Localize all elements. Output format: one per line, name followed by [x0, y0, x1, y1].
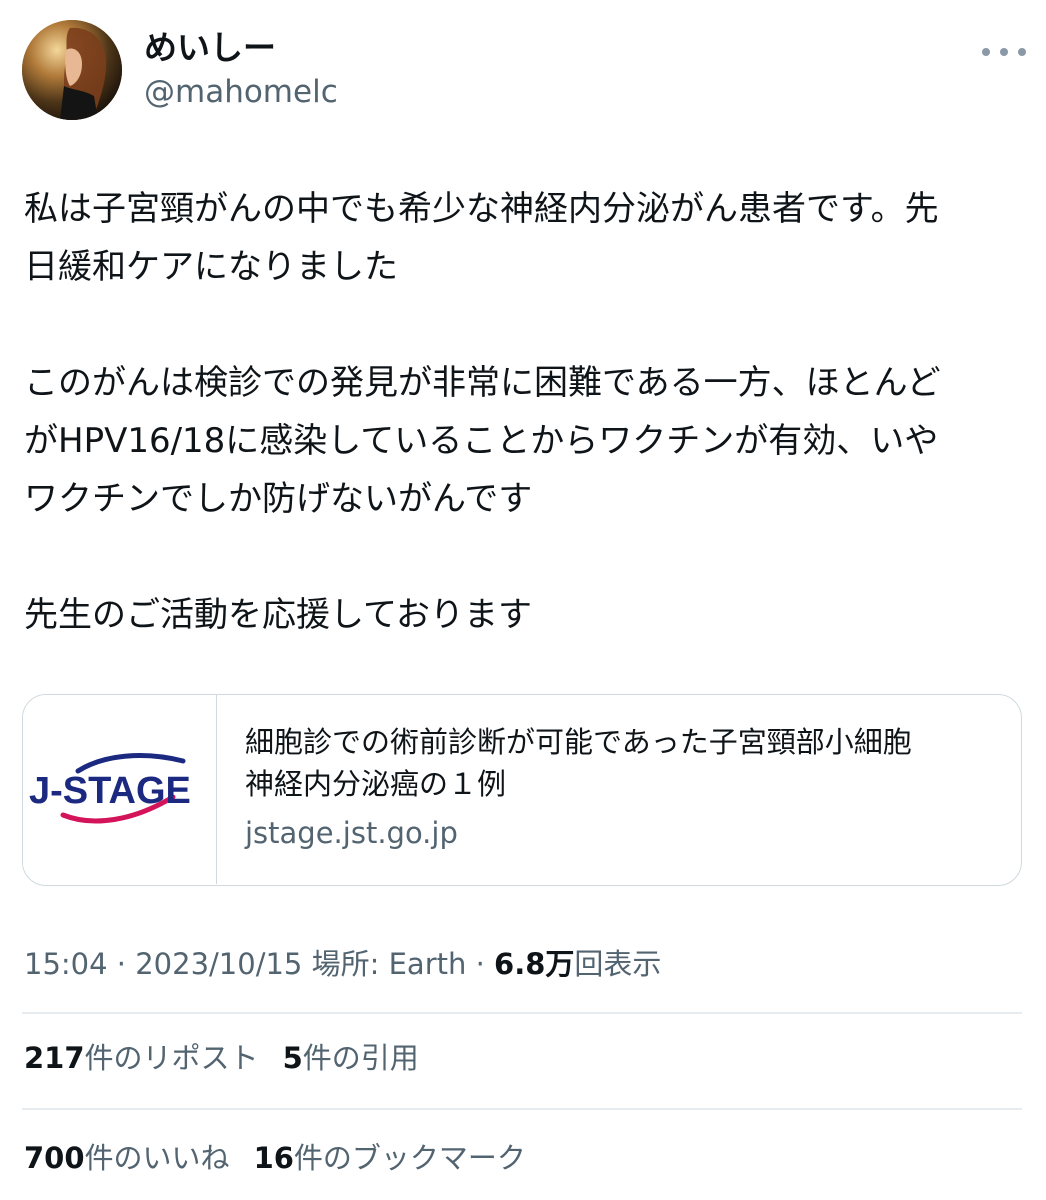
bookmarks-label: 件のブックマーク: [293, 1141, 526, 1175]
tweet-date[interactable]: 2023/10/15: [135, 947, 302, 981]
tweet-location: 場所: Earth: [311, 947, 467, 981]
views-count: 6.8万: [494, 947, 575, 981]
quotes-label: 件の引用: [302, 1041, 419, 1075]
logo-wordmark: J-STAGE: [29, 770, 191, 812]
card-domain: jstage.jst.go.jp: [245, 816, 458, 850]
quotes-stat[interactable]: 5件の引用: [283, 1041, 419, 1075]
avatar[interactable]: [22, 20, 122, 120]
more-dot-icon: [1000, 48, 1008, 56]
bookmarks-count: 16: [253, 1141, 294, 1175]
views-label: 回表示: [574, 947, 662, 981]
meta-separator: ·: [475, 947, 485, 981]
reposts-label: 件のリポスト: [84, 1041, 259, 1075]
likes-count: 700: [24, 1141, 85, 1175]
quotes-count: 5: [282, 1041, 303, 1075]
jstage-logo-icon: J-STAGE: [29, 753, 191, 824]
reposts-count: 217: [24, 1041, 85, 1075]
avatar-image: [22, 20, 122, 120]
more-dot-icon: [982, 48, 990, 56]
stats-row-reposts: 217件のリポスト 5件の引用: [24, 1038, 419, 1078]
divider: [22, 1108, 1022, 1110]
tweet-header: めいしー @mahomelc: [0, 0, 1046, 140]
meta-separator: ·: [116, 947, 127, 981]
link-preview-card[interactable]: J-STAGE 細胞診での術前診断が可能であった子宮頸部小細胞 神経内分泌癌の１…: [22, 694, 1022, 886]
bookmarks-stat[interactable]: 16件のブックマーク: [254, 1141, 526, 1175]
reposts-stat[interactable]: 217件のリポスト: [24, 1041, 259, 1075]
display-name[interactable]: めいしー: [144, 28, 276, 68]
likes-stat[interactable]: 700件のいいね: [24, 1141, 230, 1175]
tweet-time[interactable]: 15:04: [24, 947, 108, 981]
divider: [22, 1012, 1022, 1014]
user-handle[interactable]: @mahomelc: [144, 72, 338, 112]
stats-row-likes: 700件のいいね 16件のブックマーク: [24, 1138, 526, 1178]
more-dot-icon: [1018, 48, 1026, 56]
tweet-body-text: 私は子宮頸がんの中でも希少な神経内分泌がん患者です。先 日緩和ケアになりました …: [24, 189, 941, 635]
card-title: 細胞診での術前診断が可能であった子宮頸部小細胞 神経内分泌癌の１例: [245, 725, 912, 801]
tweet-metadata: 15:04 · 2023/10/15 場所: Earth · 6.8万回表示: [24, 944, 661, 984]
likes-label: 件のいいね: [84, 1141, 230, 1175]
more-options-button[interactable]: [982, 36, 1026, 68]
card-thumbnail: J-STAGE: [23, 695, 217, 884]
